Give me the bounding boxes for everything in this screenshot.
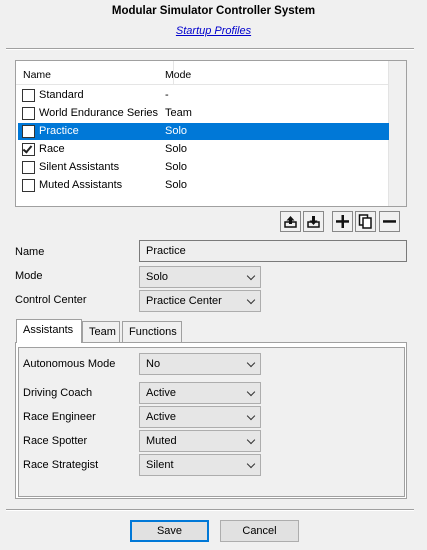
startup-profiles-link[interactable]: Startup Profiles xyxy=(0,25,427,37)
autonomous-mode-value: No xyxy=(146,358,161,370)
control-center-label: Control Center xyxy=(15,294,87,306)
chevron-down-icon xyxy=(246,387,256,397)
chevron-down-icon xyxy=(246,271,256,281)
top-divider xyxy=(6,48,414,50)
mode-select[interactable]: Solo xyxy=(139,266,261,288)
plus-icon xyxy=(336,215,349,228)
upload-icon xyxy=(284,216,297,228)
race-spotter-select[interactable]: Muted xyxy=(139,430,261,452)
tab-functions[interactable]: Functions xyxy=(122,321,182,342)
list-item[interactable]: World Endurance Series Team xyxy=(18,105,389,122)
tab-team[interactable]: Team xyxy=(82,321,120,342)
mode-label: Mode xyxy=(15,270,43,282)
list-item[interactable]: Standard - xyxy=(18,87,389,104)
window-title: Modular Simulator Controller System xyxy=(111,5,316,17)
cancel-button[interactable]: Cancel xyxy=(220,520,299,542)
autonomous-mode-label: Autonomous Mode xyxy=(23,358,116,370)
column-header-mode[interactable]: Mode xyxy=(165,69,191,81)
name-field[interactable]: Practice xyxy=(139,240,407,262)
list-item[interactable]: Silent Assistants Solo xyxy=(18,159,389,176)
driving-coach-select[interactable]: Active xyxy=(139,382,261,404)
row-name: World Endurance Series xyxy=(39,107,159,119)
chevron-down-icon xyxy=(246,295,256,305)
row-mode: Solo xyxy=(165,143,188,155)
download-icon xyxy=(307,216,320,228)
tab-assistants[interactable]: Assistants xyxy=(16,319,82,343)
race-spotter-label: Race Spotter xyxy=(23,435,88,447)
row-name: Practice xyxy=(39,125,79,137)
control-center-value: Practice Center xyxy=(146,295,222,307)
name-label: Name xyxy=(15,246,45,258)
row-checkbox[interactable] xyxy=(22,107,35,120)
row-name: Silent Assistants xyxy=(39,161,120,173)
race-strategist-label: Race Strategist xyxy=(23,459,99,471)
row-mode: - xyxy=(165,89,169,101)
control-center-select[interactable]: Practice Center xyxy=(139,290,261,312)
copy-profile-button[interactable] xyxy=(355,211,376,232)
check-icon xyxy=(22,143,33,154)
chevron-down-icon xyxy=(246,459,256,469)
autonomous-mode-select[interactable]: No xyxy=(139,353,261,375)
copy-icon xyxy=(358,214,372,229)
row-mode: Team xyxy=(165,107,192,119)
race-strategist-select[interactable]: Silent xyxy=(139,454,261,476)
race-engineer-select[interactable]: Active xyxy=(139,406,261,428)
row-checkbox[interactable] xyxy=(22,125,35,138)
row-checkbox[interactable] xyxy=(22,89,35,102)
row-mode: Solo xyxy=(165,125,188,137)
row-mode: Solo xyxy=(165,161,188,173)
profiles-list[interactable]: Name Mode Standard - World Endurance Ser… xyxy=(15,60,407,207)
list-header: Name Mode xyxy=(16,61,388,85)
race-engineer-value: Active xyxy=(146,411,176,423)
list-item[interactable]: Practice Solo xyxy=(18,123,389,140)
mode-value: Solo xyxy=(146,271,169,283)
list-item[interactable]: Race Solo xyxy=(18,141,389,158)
driving-coach-label: Driving Coach xyxy=(23,387,93,399)
row-name: Race xyxy=(39,143,65,155)
column-header-name[interactable]: Name xyxy=(23,69,51,81)
bottom-divider xyxy=(6,509,414,511)
row-checkbox[interactable] xyxy=(22,143,35,156)
row-checkbox[interactable] xyxy=(22,179,35,192)
race-spotter-value: Muted xyxy=(146,435,177,447)
add-profile-button[interactable] xyxy=(332,211,353,232)
upload-button[interactable] xyxy=(280,211,301,232)
list-scrollbar[interactable] xyxy=(388,61,406,206)
row-name: Standard xyxy=(39,89,84,101)
list-item[interactable]: Muted Assistants Solo xyxy=(18,177,389,194)
download-button[interactable] xyxy=(303,211,324,232)
driving-coach-value: Active xyxy=(146,387,176,399)
row-checkbox[interactable] xyxy=(22,161,35,174)
row-name: Muted Assistants xyxy=(39,179,123,191)
chevron-down-icon xyxy=(246,411,256,421)
race-engineer-label: Race Engineer xyxy=(23,411,96,423)
save-button[interactable]: Save xyxy=(130,520,209,542)
chevron-down-icon xyxy=(246,358,256,368)
chevron-down-icon xyxy=(246,435,256,445)
race-strategist-value: Silent xyxy=(146,459,174,471)
minus-icon xyxy=(383,220,396,223)
delete-profile-button[interactable] xyxy=(379,211,400,232)
row-mode: Solo xyxy=(165,179,188,191)
